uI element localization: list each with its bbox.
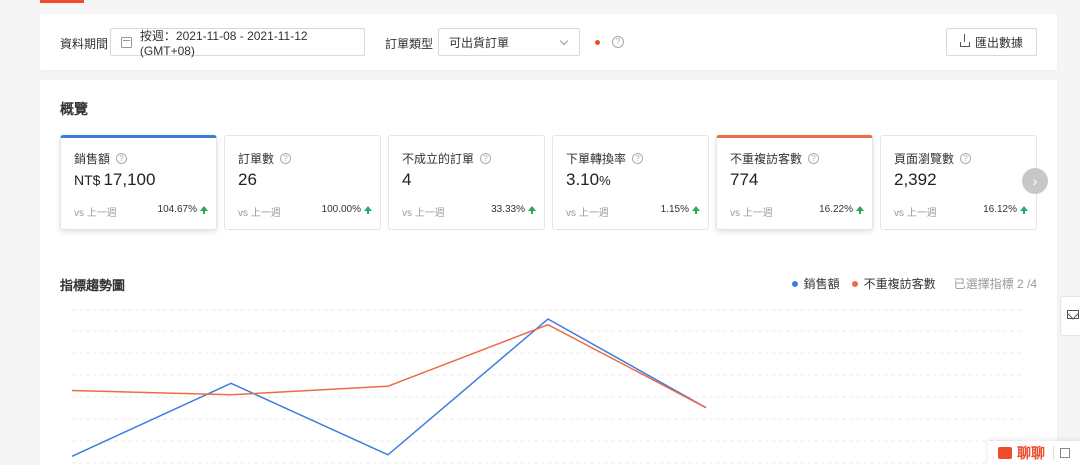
kpi-compare-label: vs 上一週 [566,208,609,219]
date-range-picker[interactable]: 按週：2021-11-08 - 2021-11-12 (GMT+08) [110,28,365,58]
kpi-value: 2,392 [894,170,937,190]
chat-icon [998,447,1012,459]
legend-label-visitors: 不重複訪客數 [863,277,936,291]
next-cards-button[interactable]: › [1022,168,1048,194]
kpi-card[interactable]: 不重複訪客數? 774 vs 上一週 16.22% [716,135,873,230]
date-range-text: 按週：2021-11-08 - 2021-11-12 (GMT+08) [139,28,308,58]
help-icon[interactable]: ? [632,153,644,164]
kpi-change: 104.67% [158,204,208,215]
arrow-up-icon [200,206,208,214]
status-dot [595,40,600,45]
arrow-up-icon [364,206,372,214]
kpi-card[interactable]: 頁面瀏覽數? 2,392 vs 上一週 16.12% [880,135,1037,230]
kpi-change: 100.00% [322,204,372,215]
kpi-card-title: 不成立的訂單? [402,150,492,167]
kpi-change: 1.15% [661,204,700,215]
kpi-card[interactable]: 下單轉換率? 3.10% vs 上一週 1.15% [552,135,709,230]
period-label: 資料期間 [60,37,109,51]
kpi-compare-label: vs 上一週 [402,208,445,219]
kpi-card-title: 頁面瀏覽數? [894,150,972,167]
help-icon[interactable]: ? [808,153,820,164]
help-icon[interactable]: ? [280,153,292,164]
kpi-compare-label: vs 上一週 [730,208,773,219]
kpi-value: 4 [402,170,411,190]
kpi-title-text: 訂單數 [238,152,275,166]
export-label: 匯出數據 [974,35,1023,50]
kpi-card-title: 銷售額? [74,150,128,167]
kpi-card[interactable]: 訂單數? 26 vs 上一週 100.00% [224,135,381,230]
kpi-unit: NT$ [74,172,101,188]
kpi-card-title: 不重複訪客數? [730,150,820,167]
kpi-value: NT$ 17,100 [74,170,155,190]
kpi-change-text: 104.67% [157,204,197,215]
kpi-card[interactable]: 不成立的訂單? 4 vs 上一週 33.33% [388,135,545,230]
chart-legend: 銷售額 不重複訪客數 已選擇指標 2 /4 [780,275,1037,292]
trend-chart [71,309,1023,464]
kpi-change: 16.22% [819,204,864,215]
overview-panel: 概覽 銷售額? NT$ 17,100 vs 上一週 104.67% 訂單數? 26 vs 上一… [40,80,1057,465]
overview-title: 概覽 [60,101,88,117]
kpi-title-text: 不重複訪客數 [730,152,803,166]
kpi-compare-label: vs 上一週 [74,208,117,219]
trend-title: 指標趨勢圖 [60,278,126,293]
envelope-icon [1067,310,1079,319]
legend-label-sales: 銷售額 [803,277,840,291]
arrow-up-icon [856,206,864,214]
kpi-title-text: 不成立的訂單 [402,152,475,166]
kpi-value: 774 [730,170,758,190]
active-tab-indicator [40,0,84,3]
kpi-value: 26 [238,170,257,190]
kpi-number: 3.10 [566,170,600,189]
help-icon[interactable]: ? [116,153,128,164]
kpi-title-text: 銷售額 [74,152,111,166]
arrow-up-icon [528,206,536,214]
chart-series-line-0 [71,318,707,457]
side-message-button[interactable] [1060,296,1080,336]
kpi-number: 2,392 [894,170,937,189]
expand-icon[interactable] [1060,448,1070,458]
kpi-compare-label: vs 上一週 [238,208,281,219]
chart-series-line-1 [71,323,707,409]
kpi-title-text: 下單轉換率 [566,152,627,166]
filter-bar: 資料期間 按週：2021-11-08 - 2021-11-12 (GMT+08)… [40,14,1057,70]
kpi-change-text: 100.00% [321,204,361,215]
help-icon[interactable]: ? [612,36,624,48]
order-type-label: 訂單類型 [385,37,434,51]
legend-dot-icon [851,280,858,287]
kpi-change: 33.33% [491,204,536,215]
order-type-value: 可出貨訂單 [449,35,510,50]
kpi-number: 4 [402,170,412,189]
kpi-change-text: 16.22% [819,204,853,215]
export-data-button[interactable]: 匯出數據 [946,28,1037,56]
kpi-number: 774 [730,170,759,189]
help-icon[interactable]: ? [480,153,492,164]
order-type-select[interactable]: 可出貨訂單 [438,28,580,56]
chat-divider [1053,446,1054,460]
kpi-number: 17,100 [103,170,156,189]
kpi-card-title: 訂單數? [238,150,292,167]
chat-label: 聊聊 [1017,445,1045,461]
kpi-value: 3.10% [566,170,611,190]
legend-item-sales[interactable]: 銷售額 [791,275,840,292]
kpi-compare-label: vs 上一週 [894,208,937,219]
kpi-change: 16.12% [983,204,1028,215]
kpi-number: 26 [238,170,257,189]
kpi-card-title: 下單轉換率? [566,150,644,167]
arrow-up-icon [692,206,700,214]
kpi-change-text: 33.33% [491,204,525,215]
kpi-title-text: 頁面瀏覽數 [894,152,955,166]
selected-metric-count: 已選擇指標 2 /4 [953,277,1037,291]
chevron-down-icon [559,36,569,46]
kpi-change-text: 16.12% [983,204,1017,215]
legend-item-visitors[interactable]: 不重複訪客數 [851,275,936,292]
legend-dot-icon [791,280,798,287]
kpi-card[interactable]: 銷售額? NT$ 17,100 vs 上一週 104.67% [60,135,217,230]
download-icon [959,33,970,47]
help-icon[interactable]: ? [960,153,972,164]
kpi-change-text: 1.15% [660,204,689,215]
calendar-icon [121,36,132,48]
kpi-suffix: % [599,173,611,188]
arrow-up-icon [1020,206,1028,214]
chat-widget[interactable]: 聊聊 [988,441,1080,465]
